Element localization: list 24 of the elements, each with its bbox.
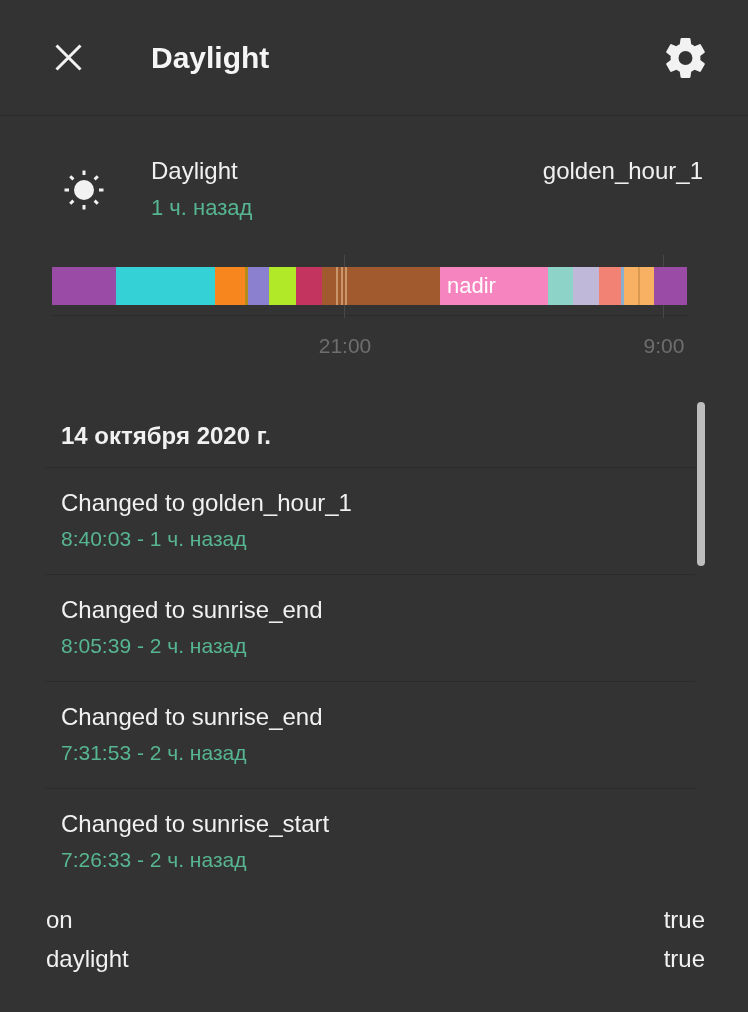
attribute-name: daylight xyxy=(46,944,129,974)
attribute-value: true xyxy=(663,905,705,935)
logbook-entry-message: Changed to sunrise_end xyxy=(61,595,323,625)
attribute-value: true xyxy=(663,944,705,974)
segment-label: nadir xyxy=(446,272,496,300)
time-tick-label: 9:00 xyxy=(643,333,685,359)
logbook-entry-message: Changed to golden_hour_1 xyxy=(61,488,352,518)
logbook-entry-time: 8:40:03 - 1 ч. назад xyxy=(61,526,247,552)
logbook-date: 14 октября 2020 г. xyxy=(61,422,271,449)
sun-icon xyxy=(63,169,105,211)
logbook-entry-time: 7:31:53 - 2 ч. назад xyxy=(61,740,247,766)
settings-icon xyxy=(665,37,705,78)
logbook-entry-time: 7:26:33 - 2 ч. назад xyxy=(61,847,247,873)
logbook-entry-time: 8:05:39 - 2 ч. назад xyxy=(61,633,247,659)
attribute-name: on xyxy=(46,905,73,935)
time-tick-label: 21:00 xyxy=(318,333,372,359)
close-icon xyxy=(54,44,82,71)
logbook-entry-message: Changed to sunrise_end xyxy=(61,702,323,732)
entity-state: golden_hour_1 xyxy=(542,156,703,186)
entity-name: Daylight xyxy=(151,156,238,186)
logbook-entry-message: Changed to sunrise_start xyxy=(61,809,330,839)
dialog-title: Daylight xyxy=(151,39,270,76)
scrollbar-thumb[interactable] xyxy=(697,402,705,566)
last-changed-text: 1 ч. назад xyxy=(151,194,253,222)
